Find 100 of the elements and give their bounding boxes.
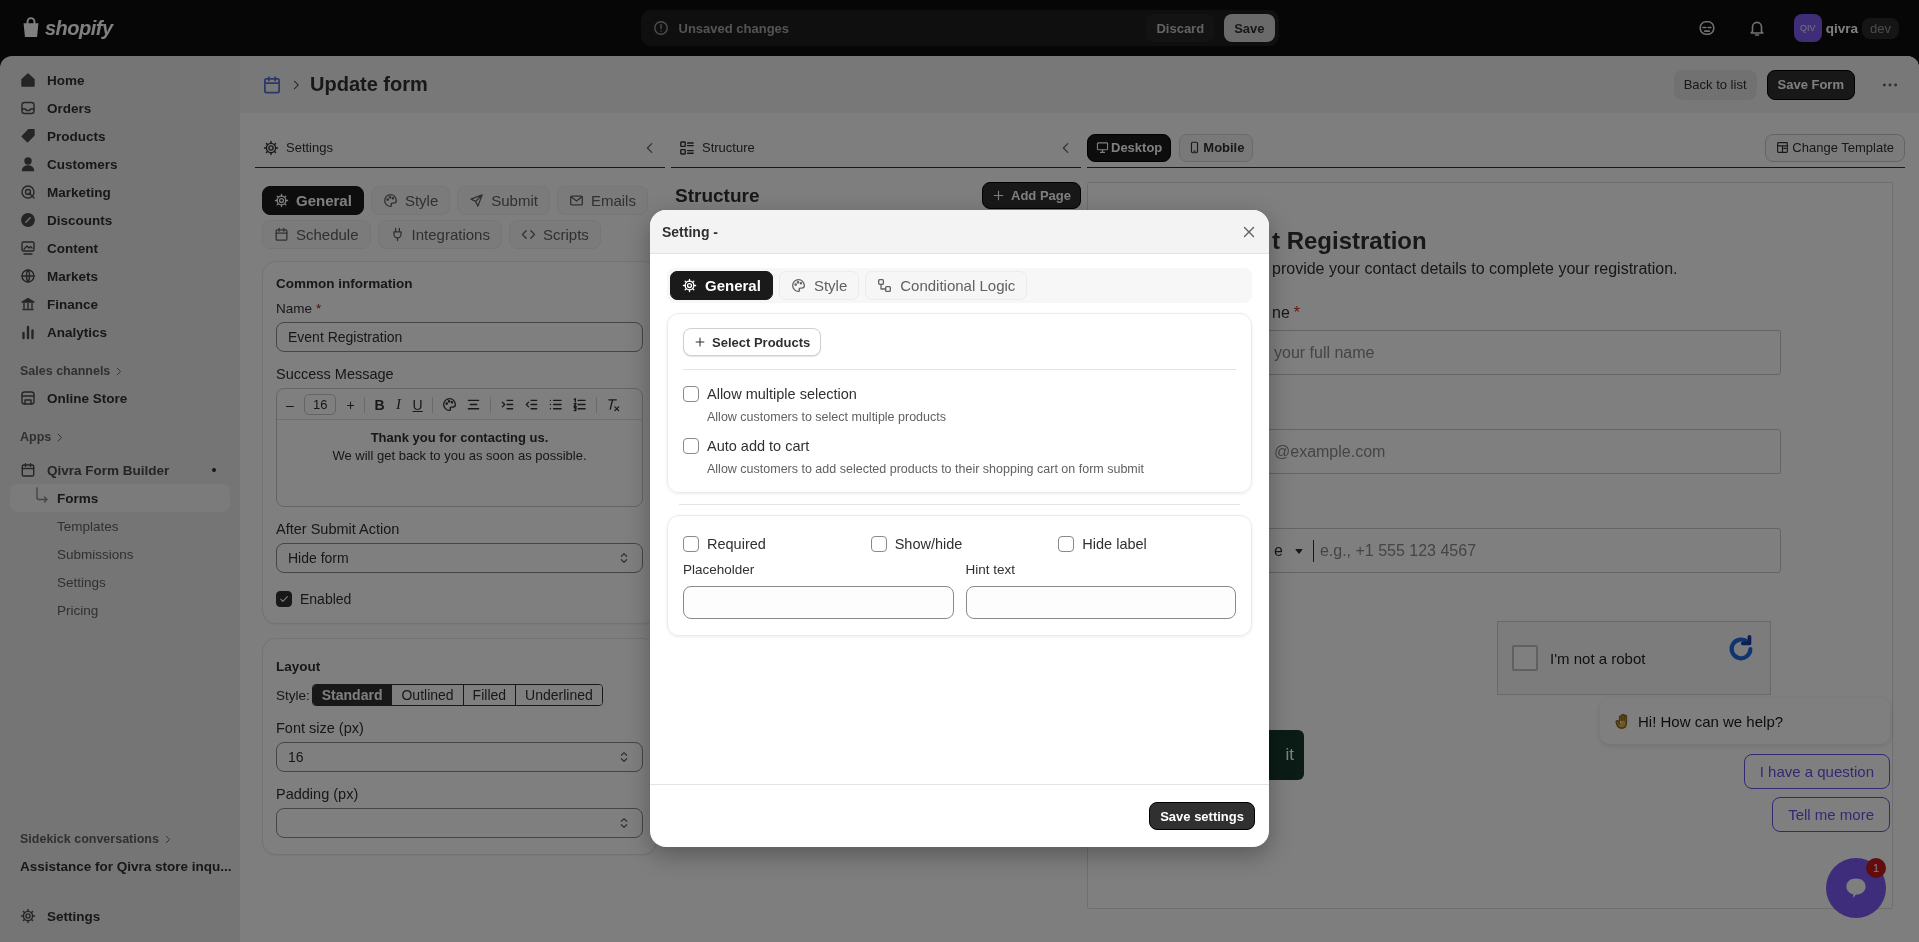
sidebar-subitem[interactable]: Pricing — [10, 596, 230, 624]
decrease-button[interactable]: – — [285, 396, 295, 413]
sidebar-subitem[interactable]: Forms — [10, 484, 230, 512]
sidebar-item[interactable]: Online Store — [10, 384, 230, 412]
settings-tab[interactable]: Integrations — [377, 220, 502, 249]
country-select[interactable]: e — [1274, 541, 1283, 560]
palette-icon[interactable] — [441, 397, 457, 412]
chat-option-button[interactable]: I have a question — [1743, 754, 1890, 789]
captcha-label: I'm not a robot — [1550, 649, 1646, 667]
sidebar-subitem[interactable]: Submissions — [10, 540, 230, 568]
clear-format-icon[interactable] — [605, 397, 621, 412]
sidebar-item[interactable]: Discounts — [10, 206, 230, 234]
sidebar-item[interactable]: Analytics — [10, 318, 230, 346]
section-heading[interactable]: Sales channels — [20, 364, 111, 378]
palette-icon — [790, 278, 806, 293]
add-page-button[interactable]: Add Page — [982, 182, 1081, 209]
logo-text: shopify — [45, 16, 113, 40]
field-label: Name — [276, 301, 312, 316]
checkbox[interactable] — [683, 386, 699, 402]
settings-tab[interactable]: Style — [370, 186, 451, 215]
input-field[interactable] — [965, 586, 1236, 619]
outdent-icon[interactable] — [523, 397, 539, 412]
sidebar-item[interactable]: Finance — [10, 290, 230, 318]
action-select[interactable]: Hide form — [276, 543, 643, 573]
change-template-button[interactable]: Change Template — [1765, 133, 1905, 162]
palette-icon — [382, 193, 398, 208]
checkbox[interactable] — [1058, 536, 1075, 552]
settings-nav-item[interactable]: Settings — [10, 902, 230, 930]
captcha-checkbox[interactable] — [1512, 645, 1538, 671]
padding-field[interactable] — [276, 808, 643, 838]
sidebar-item[interactable]: Orders — [10, 94, 230, 122]
checkbox[interactable] — [683, 536, 699, 552]
settings-icon — [682, 278, 697, 293]
save-settings-button[interactable]: Save settings — [1149, 802, 1255, 830]
captcha-widget[interactable]: I'm not a robot — [1497, 621, 1771, 695]
dialog-tab[interactable]: Conditional Logic — [865, 271, 1028, 300]
card-heading: Common information — [276, 276, 414, 291]
store-avatar[interactable]: QIV — [1793, 14, 1822, 42]
sidebar-subitem[interactable]: Settings — [10, 568, 230, 596]
sidebar-item[interactable]: Content — [10, 234, 230, 262]
settings-tab[interactable]: Submit — [457, 186, 550, 215]
sidebar-subitem[interactable]: Templates — [10, 512, 230, 540]
conversation-link[interactable]: Assistance for Qivra store inqu... — [10, 852, 230, 880]
sidebar-item[interactable]: Markets — [10, 262, 230, 290]
dialog-tab[interactable]: Style — [778, 271, 860, 300]
input-field[interactable] — [683, 586, 954, 619]
bold-button[interactable]: B — [374, 396, 385, 413]
section-heading[interactable]: Sidekick conversations — [20, 832, 159, 846]
checkbox-label: Required — [707, 536, 766, 552]
chat-option-button[interactable]: Tell me more — [1772, 797, 1890, 832]
settings-tab[interactable]: General — [262, 186, 364, 215]
italic-button[interactable]: I — [393, 396, 404, 413]
settings-tab[interactable]: Scripts — [508, 220, 601, 249]
mail-icon — [568, 193, 584, 208]
face-icon[interactable] — [1697, 19, 1716, 37]
sidebar-item[interactable]: Marketing — [10, 178, 230, 206]
font-size-field[interactable]: 16 — [276, 742, 643, 772]
style-option[interactable]: Standard — [312, 685, 392, 705]
back-to-list-button[interactable]: Back to list — [1673, 69, 1757, 100]
save-form-button[interactable]: Save Form — [1766, 69, 1855, 100]
calendar-icon — [274, 227, 289, 242]
name-field[interactable]: Event Registration — [276, 322, 643, 352]
checkbox[interactable] — [870, 536, 887, 552]
bullet-list-icon[interactable] — [547, 397, 563, 412]
checkbox-label: Enabled — [300, 591, 352, 607]
app-name[interactable]: Qivra Form Builder — [47, 462, 170, 478]
discard-button[interactable]: Discard — [1146, 14, 1215, 42]
card-heading: Layout — [276, 659, 322, 674]
message-text: Thank you for contacting us. — [370, 430, 549, 445]
message-text: We will get back to you as soon as possible. — [332, 448, 587, 463]
section-heading[interactable]: Apps — [20, 430, 52, 444]
sidebar-item[interactable]: Products — [10, 122, 230, 150]
template-icon — [1776, 141, 1790, 154]
field-label: Font size (px) — [276, 720, 365, 736]
checkbox[interactable] — [276, 591, 292, 607]
field-label: Style: — [276, 687, 310, 703]
checkbox[interactable] — [683, 438, 699, 454]
page-title: Update form — [310, 73, 428, 96]
underline-button[interactable]: U — [412, 396, 423, 413]
select-products-button[interactable]: Select Products — [683, 328, 822, 356]
style-option[interactable]: Underlined — [515, 685, 602, 705]
settings-tab[interactable]: Emails — [556, 186, 648, 215]
increase-button[interactable]: + — [345, 396, 356, 413]
tag-icon — [20, 128, 36, 144]
settings-tab[interactable]: Schedule — [262, 220, 371, 249]
globe-icon — [20, 268, 36, 284]
numbered-list-icon[interactable] — [571, 397, 587, 412]
dialog-tab[interactable]: General — [670, 271, 773, 300]
device-tab[interactable]: Desktop — [1087, 133, 1172, 162]
sidebar-item[interactable]: Home — [10, 66, 230, 94]
sidebar-item[interactable]: Customers — [10, 150, 230, 178]
indent-icon[interactable] — [499, 397, 515, 412]
checkbox-label: Show/hide — [894, 536, 963, 552]
align-center-icon[interactable] — [465, 397, 481, 412]
device-tab[interactable]: Mobile — [1179, 133, 1254, 162]
rich-text-editor[interactable]: – 16 + B I U Thank you for contacting us. We will get back to you as soon as possible. — [276, 388, 643, 507]
save-button[interactable]: Save — [1224, 14, 1275, 42]
image-icon — [20, 240, 36, 256]
font-size-field[interactable]: 16 — [304, 394, 337, 415]
monitor-icon — [1096, 141, 1109, 154]
